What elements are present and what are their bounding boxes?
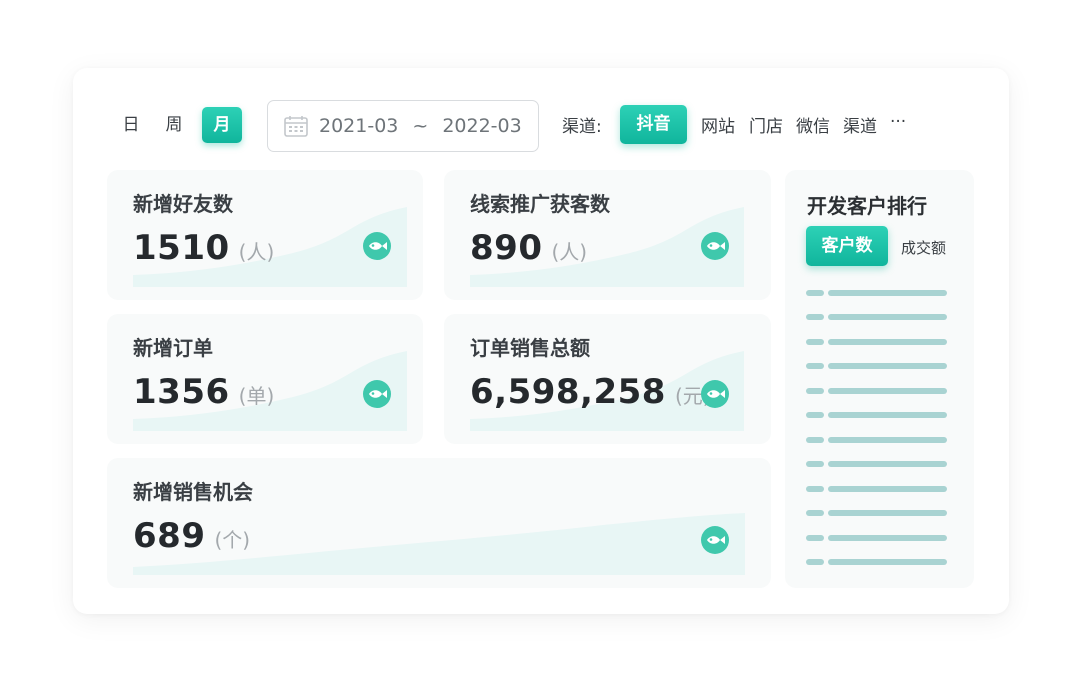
fish-icon[interactable] xyxy=(701,232,733,260)
customer-ranking-panel: 开发客户排行 客户数 成交额 xyxy=(785,170,974,588)
channel-douyin-button[interactable]: 抖音 xyxy=(620,105,687,144)
channel-label: 渠道: xyxy=(562,117,602,137)
dashboard-panel: 日 周 月 2021-03 ~ 2022-03 渠道: 抖音 网站 门店 微信 … xyxy=(73,68,1009,614)
date-start: 2021-03 xyxy=(319,115,399,137)
date-end: 2022-03 xyxy=(442,115,522,137)
stat-card-leads: 线索推广获客数 890 (人) xyxy=(444,170,771,300)
period-month-button[interactable]: 月 xyxy=(202,107,242,143)
stat-unit: (单) xyxy=(238,384,275,408)
fish-icon[interactable] xyxy=(363,232,395,260)
stat-card-new-orders: 新增订单 1356 (单) xyxy=(107,314,423,444)
period-week-button[interactable]: 周 xyxy=(161,107,187,143)
channel-more-button[interactable]: ··· xyxy=(890,112,906,132)
stat-title: 订单销售总额 xyxy=(470,336,590,360)
calendar-icon xyxy=(284,116,308,137)
stat-title: 线索推广获客数 xyxy=(470,192,610,216)
period-day-button[interactable]: 日 xyxy=(119,107,143,143)
stat-title: 新增订单 xyxy=(133,336,213,360)
channel-website-button[interactable]: 网站 xyxy=(701,112,735,137)
stat-title: 新增好友数 xyxy=(133,192,233,216)
tab-customer-count[interactable]: 客户数 xyxy=(806,226,888,266)
stat-title: 新增销售机会 xyxy=(133,480,253,504)
stat-value: 1356 xyxy=(133,372,230,412)
stat-value: 890 xyxy=(470,228,543,268)
date-separator: ~ xyxy=(412,115,429,137)
fish-icon[interactable] xyxy=(701,380,733,408)
stat-card-sales-opportunities: 新增销售机会 689 (个) xyxy=(107,458,771,588)
stat-unit: (个) xyxy=(214,528,251,552)
stat-value: 689 xyxy=(133,516,206,556)
ranking-title: 开发客户排行 xyxy=(807,194,927,218)
channel-store-button[interactable]: 门店 xyxy=(749,112,783,137)
channel-other-button[interactable]: 渠道 xyxy=(843,112,877,137)
stat-unit: (人) xyxy=(551,240,588,264)
date-range-picker[interactable]: 2021-03 ~ 2022-03 xyxy=(267,100,539,152)
fish-icon[interactable] xyxy=(363,380,395,408)
fish-icon[interactable] xyxy=(701,526,733,554)
channel-wechat-button[interactable]: 微信 xyxy=(796,112,830,137)
stat-value: 6,598,258 xyxy=(470,372,666,412)
stat-value: 1510 xyxy=(133,228,230,268)
stat-unit: (人) xyxy=(238,240,275,264)
stat-card-sales-total: 订单销售总额 6,598,258 (元) xyxy=(444,314,771,444)
stat-card-new-friends: 新增好友数 1510 (人) xyxy=(107,170,423,300)
tab-deal-amount[interactable]: 成交额 xyxy=(901,237,946,258)
